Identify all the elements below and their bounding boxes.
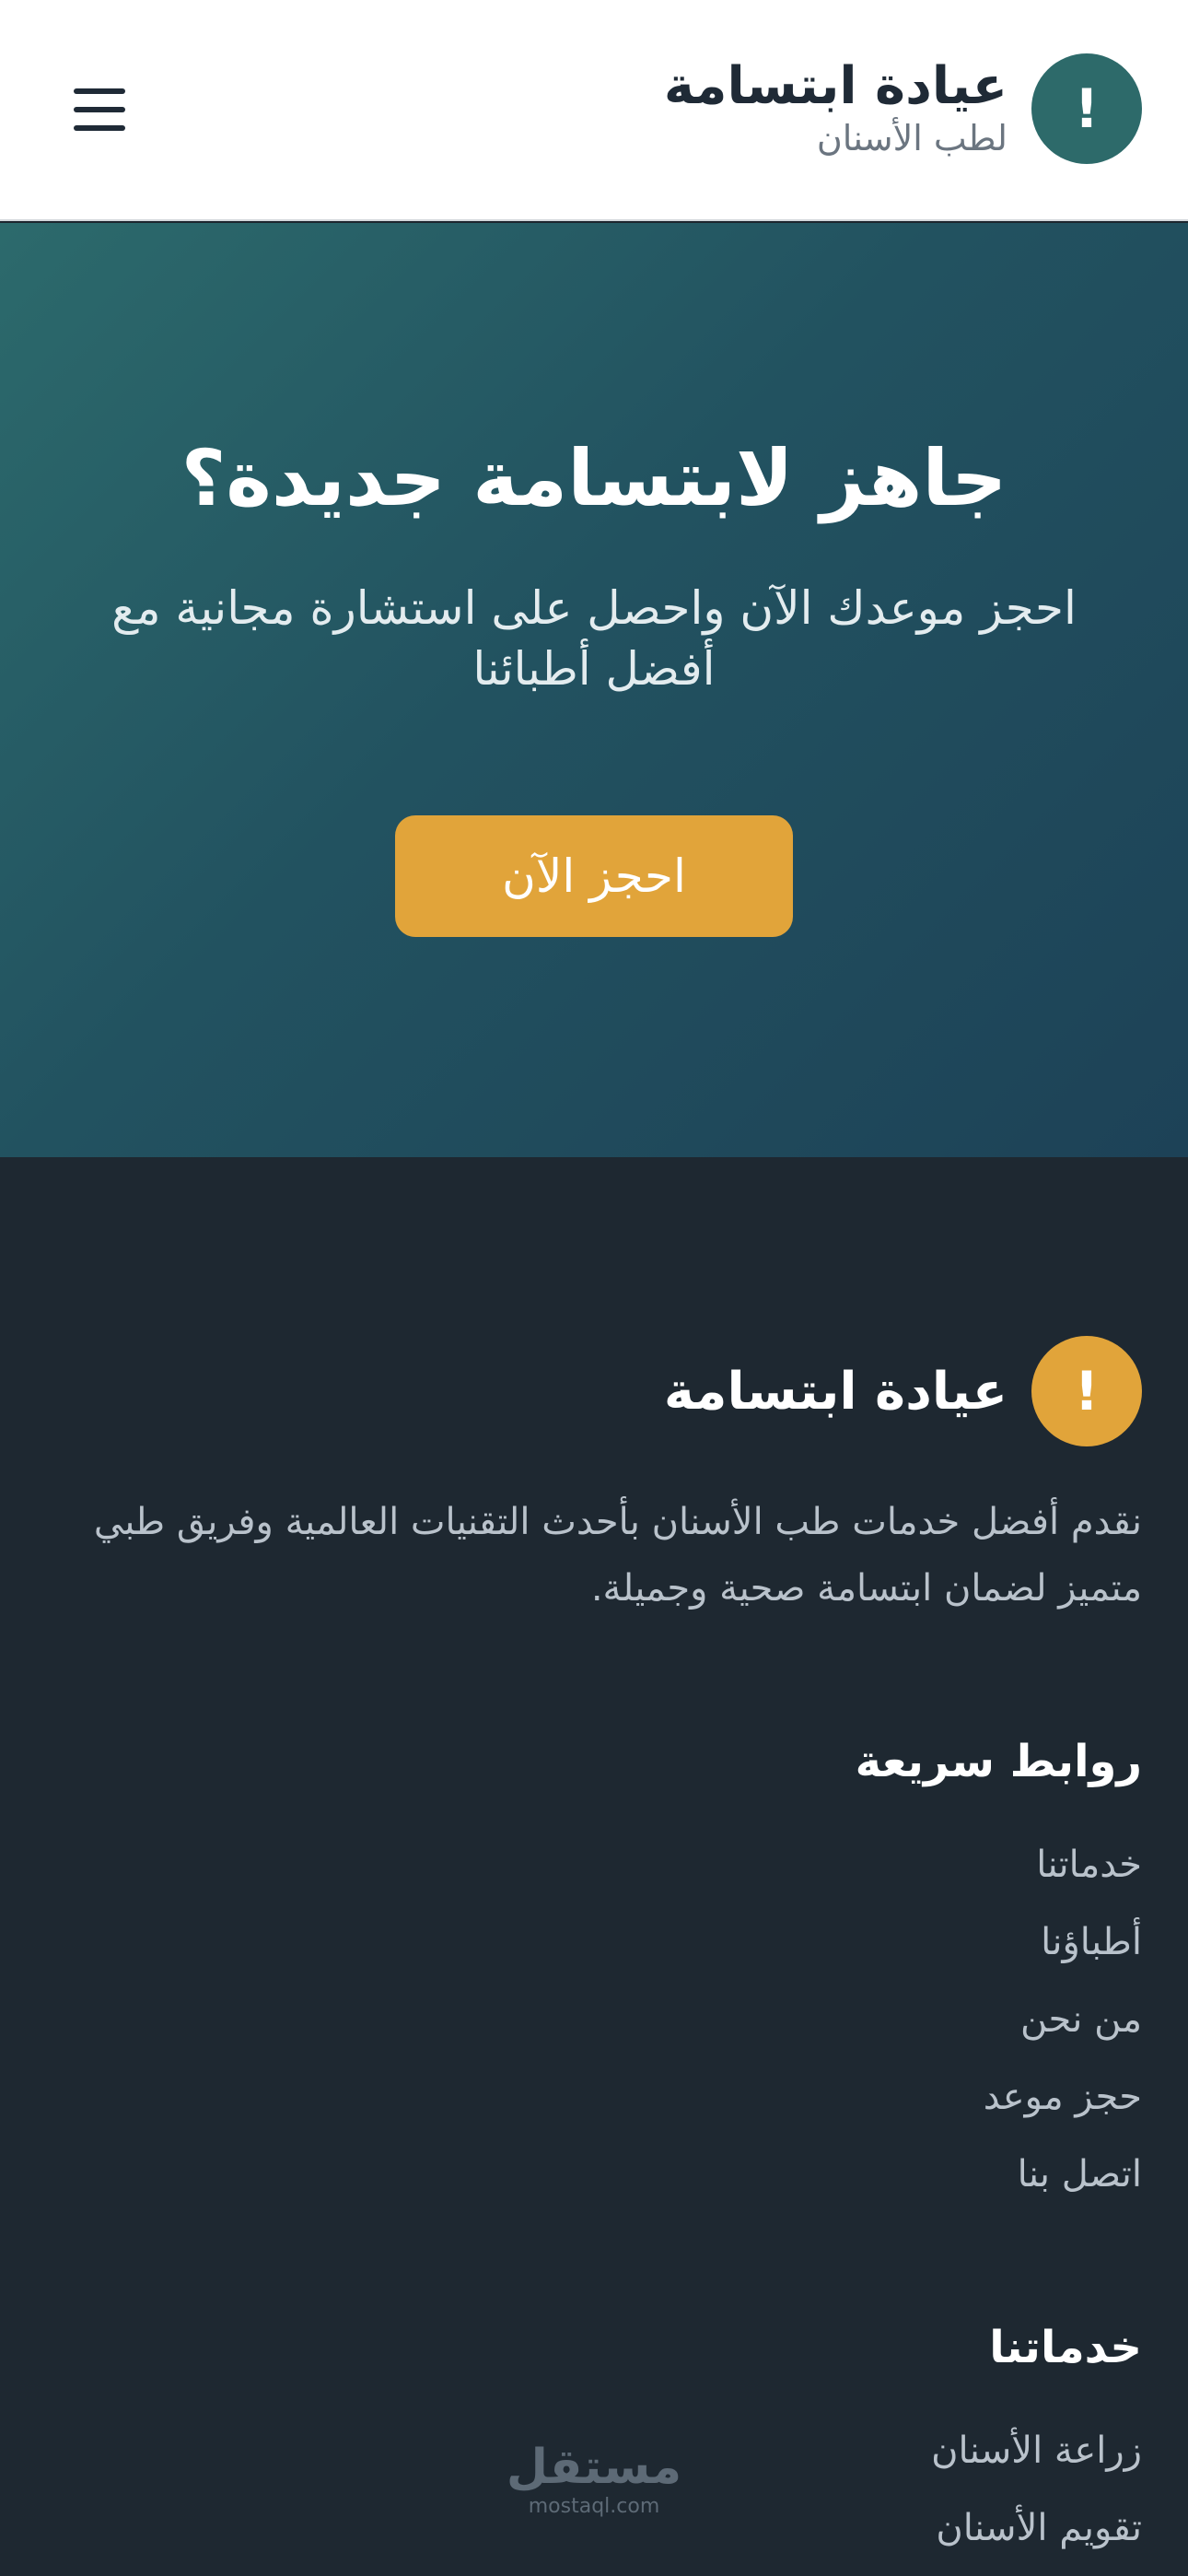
footer-link-services[interactable]: خدماتنا [984, 1826, 1142, 1903]
services-heading: خدماتنا [989, 2322, 1142, 2373]
menu-bar [74, 125, 125, 131]
watermark-latin: mostaql.com [528, 2495, 660, 2518]
logo-icon: ! [1031, 53, 1142, 164]
cta-title: جاهز لابتسامة جديدة؟ [181, 433, 1007, 523]
menu-bar [74, 88, 125, 94]
footer-description: نقدم أفضل خدمات طب الأسنان بأحدث التقنيا… [93, 1501, 1142, 1610]
site-header: ! عيادة ابتسامة لطب الأسنان [0, 0, 1188, 221]
site-title: عيادة ابتسامة [663, 56, 1007, 116]
footer-title: عيادة ابتسامة [663, 1361, 1007, 1422]
book-now-button[interactable]: احجز الآن [395, 815, 793, 937]
hamburger-menu-icon[interactable] [74, 88, 125, 131]
site-footer: ! عيادة ابتسامة نقدم أفضل خدمات طب الأسن… [0, 1157, 1188, 2576]
watermark-arabic: مستقل [506, 2440, 682, 2495]
footer-link-contact[interactable]: اتصل بنا [984, 2136, 1142, 2213]
menu-bar [74, 107, 125, 112]
quick-links-list: خدماتنا أطباؤنا من نحن حجز موعد اتصل بنا [984, 1826, 1142, 2213]
footer-brand: ! عيادة ابتسامة [664, 1336, 1142, 1446]
footer-logo-icon: ! [1031, 1336, 1142, 1446]
footer-link-about[interactable]: من نحن [984, 1981, 1142, 2058]
cta-description: احجز موعدك الآن واحصل على استشارة مجانية… [111, 581, 1077, 696]
cta-section: جاهز لابتسامة جديدة؟ احجز موعدك الآن واح… [0, 223, 1188, 1157]
footer-link-booking[interactable]: حجز موعد [984, 2058, 1142, 2136]
footer-logo-glyph: ! [1074, 1360, 1100, 1423]
logo-glyph: ! [1074, 77, 1100, 140]
brand-text: عيادة ابتسامة لطب الأسنان [663, 56, 1007, 160]
footer-link-doctors[interactable]: أطباؤنا [984, 1903, 1142, 1981]
quick-links-heading: روابط سريعة [855, 1736, 1142, 1787]
site-subtitle: لطب الأسنان [816, 118, 1007, 159]
mostaql-watermark: مستقل mostaql.com [0, 2443, 1188, 2518]
brand[interactable]: ! عيادة ابتسامة لطب الأسنان [664, 53, 1142, 164]
